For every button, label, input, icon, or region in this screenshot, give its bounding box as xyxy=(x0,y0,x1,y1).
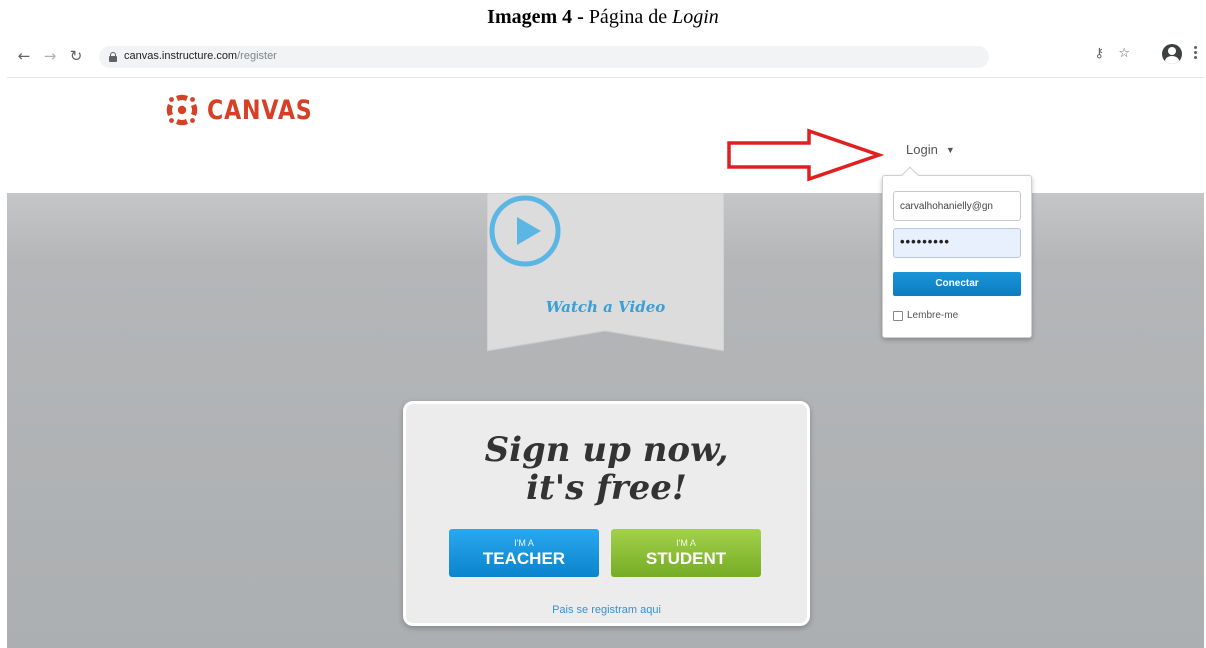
signup-title-line1: Sign up now, xyxy=(484,430,729,470)
teacher-button[interactable]: I'M A TEACHER xyxy=(449,529,599,577)
canvas-logo[interactable]: CANVAS xyxy=(165,93,336,127)
login-popup: carvalhohanielly@gn ••••••••• Conectar L… xyxy=(882,166,1032,338)
teacher-label: TEACHER xyxy=(482,549,566,568)
url-host: canvas.instructure.com xyxy=(124,50,238,62)
remember-checkbox[interactable] xyxy=(893,310,903,321)
parents-register-link[interactable]: Pais se registram aqui xyxy=(406,604,807,616)
teacher-small-label: I'M A xyxy=(514,538,534,548)
account-icon[interactable] xyxy=(1162,44,1182,64)
watch-video-label: Watch a Video xyxy=(545,298,666,316)
watch-video-banner[interactable]: Watch a Video xyxy=(487,193,724,353)
browser-toolbar: ← → ↻ canvas.instructure.com/register ⚷ … xyxy=(7,38,1204,78)
canvas-logo-icon xyxy=(166,94,198,126)
browser-window: ← → ↻ canvas.instructure.com/register ⚷ … xyxy=(7,38,1204,648)
address-bar[interactable]: canvas.instructure.com/register xyxy=(99,46,989,68)
url-text[interactable]: canvas.instructure.com/register xyxy=(124,50,277,62)
signup-card: Sign up now, it's free! I'M A TEACHER I'… xyxy=(403,401,810,626)
caption-emphasis: Login xyxy=(672,6,719,28)
red-arrow-annotation xyxy=(727,128,885,182)
signup-title-line2: it's free! xyxy=(526,468,687,508)
reload-icon[interactable]: ↻ xyxy=(67,47,85,65)
chevron-down-icon: ▼ xyxy=(945,144,955,155)
key-icon[interactable]: ⚷ xyxy=(1094,46,1104,61)
connect-button[interactable]: Conectar xyxy=(893,272,1021,296)
password-field[interactable]: ••••••••• xyxy=(893,228,1021,258)
play-icon xyxy=(489,195,561,267)
caption-label: Imagem 4 - xyxy=(487,6,584,28)
forward-icon[interactable]: → xyxy=(41,47,59,65)
remember-me[interactable]: Lembre-me xyxy=(893,310,958,321)
back-icon[interactable]: ← xyxy=(15,47,33,65)
student-label: STUDENT xyxy=(645,549,727,568)
lock-icon[interactable] xyxy=(109,52,117,62)
star-icon[interactable]: ☆ xyxy=(1118,46,1130,61)
url-path: /register xyxy=(237,50,277,62)
email-field[interactable]: carvalhohanielly@gn xyxy=(893,191,1021,221)
logo-text: CANVAS xyxy=(207,94,313,126)
menu-icon[interactable] xyxy=(1194,46,1198,62)
signup-title: Sign up now, it's free! xyxy=(406,431,807,507)
figure-caption: Imagem 4 - Página de Login xyxy=(0,6,1206,29)
login-dropdown-toggle[interactable]: Login ▼ xyxy=(906,142,955,157)
caption-text: Página de xyxy=(583,6,673,28)
student-small-label: I'M A xyxy=(676,538,696,548)
remember-label: Lembre-me xyxy=(907,310,959,321)
student-button[interactable]: I'M A STUDENT xyxy=(611,529,761,577)
login-label: Login xyxy=(906,142,938,157)
